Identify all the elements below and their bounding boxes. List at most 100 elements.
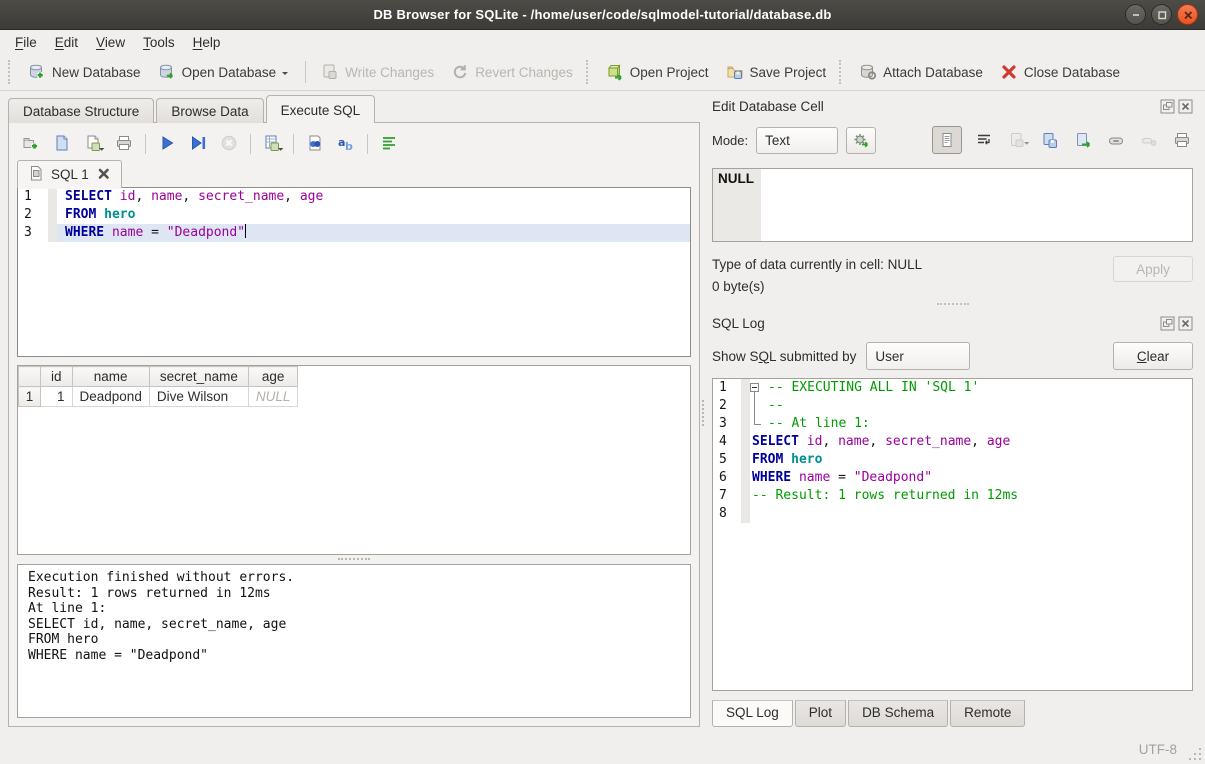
window-controls: [1125, 4, 1198, 25]
column-header-name[interactable]: name: [72, 367, 149, 387]
toolbar-handle[interactable]: [8, 60, 15, 84]
format-button[interactable]: [377, 132, 401, 156]
toolbar-separator: [367, 134, 368, 154]
attach-database-button[interactable]: Attach Database: [851, 59, 991, 85]
replace-button[interactable]: ab: [334, 132, 358, 156]
grid-corner[interactable]: [19, 367, 41, 387]
tab-browse-data[interactable]: Browse Data: [156, 98, 263, 123]
execute-sql-panel: ab SQL 1 1SELECT id, name, secret_name, …: [8, 122, 700, 727]
tab-remote[interactable]: Remote: [950, 700, 1025, 727]
cell-age[interactable]: NULL: [248, 387, 298, 407]
log-line-8: 8: [713, 505, 1192, 523]
menu-file[interactable]: File: [6, 32, 46, 53]
tab-plot[interactable]: Plot: [795, 700, 846, 727]
log-line-6: 6WHERE name = "Deadpond": [713, 469, 1192, 487]
open-project-button[interactable]: Open Project: [598, 59, 717, 85]
panes-splitter[interactable]: [700, 91, 706, 735]
execute-line-button[interactable]: [186, 132, 210, 156]
cell-value-editor[interactable]: NULL: [712, 168, 1193, 242]
close-panel-icon[interactable]: [1178, 99, 1193, 114]
main-area: Database StructureBrowse DataExecute SQL…: [0, 91, 1205, 735]
save-project-button[interactable]: Save Project: [718, 59, 835, 85]
stop-icon: [220, 134, 238, 155]
log-line-4: 4SELECT id, name, secret_name, age: [713, 433, 1192, 451]
cell-settings-button[interactable]: [846, 127, 876, 154]
print-cell-button[interactable]: [1171, 129, 1193, 151]
column-header-id[interactable]: id: [41, 367, 73, 387]
save-sql-file-button[interactable]: [81, 132, 105, 156]
toolbar-button-label: Close Database: [1024, 65, 1120, 80]
save-as-button[interactable]: [1039, 129, 1061, 151]
new-database-icon: [28, 63, 46, 81]
text-mode-button[interactable]: [932, 126, 962, 154]
open-sql-file-button[interactable]: [50, 132, 74, 156]
tab-sql-1[interactable]: SQL 1: [17, 160, 122, 188]
open-database-icon: [158, 63, 176, 81]
menu-edit[interactable]: Edit: [46, 32, 87, 53]
status-bar: UTF-8: [0, 735, 1205, 764]
toolbar-button-label: Open Project: [630, 65, 709, 80]
tab-execute-sql[interactable]: Execute SQL: [266, 95, 376, 123]
toolbar-separator: [305, 61, 306, 83]
cell-mode-row: Mode: Text: [712, 125, 1193, 155]
close-tab-icon[interactable]: [96, 166, 111, 184]
editor-line-2[interactable]: 2FROM hero: [18, 206, 690, 224]
toolbar-button-label: Save Project: [750, 65, 827, 80]
window-title: DB Browser for SQLite - /home/user/code/…: [373, 7, 831, 22]
new-database-button[interactable]: New Database: [20, 59, 149, 85]
menu-view[interactable]: View: [87, 32, 134, 53]
submitted-by-select[interactable]: User: [866, 342, 970, 370]
results-grid[interactable]: idnamesecret_nameage11DeadpondDive Wilso…: [17, 365, 691, 555]
editor-line-3[interactable]: 3WHERE name = "Deadpond": [18, 224, 690, 242]
float-panel-icon[interactable]: [1160, 316, 1175, 331]
find-button[interactable]: [303, 132, 327, 156]
apply-button[interactable]: Apply: [1113, 256, 1193, 282]
chevron-down-icon[interactable]: [280, 65, 290, 80]
fold-marker[interactable]: [750, 379, 766, 397]
column-header-secret_name[interactable]: secret_name: [149, 367, 248, 387]
clear-button[interactable]: Clear: [1113, 342, 1193, 370]
docks-splitter[interactable]: [712, 298, 1193, 312]
mode-select[interactable]: Text: [756, 127, 838, 154]
execute-all-button[interactable]: [155, 132, 179, 156]
toolbar-button-label: New Database: [52, 65, 141, 80]
sql-file-icon: [28, 165, 44, 184]
tab-db-schema[interactable]: DB Schema: [848, 700, 948, 727]
cell-id[interactable]: 1: [41, 387, 73, 407]
open-tab-button[interactable]: [19, 132, 43, 156]
minimize-button[interactable]: [1125, 4, 1146, 25]
write-changes-icon: [321, 63, 339, 81]
menu-tools[interactable]: Tools: [134, 32, 184, 53]
column-header-age[interactable]: age: [248, 367, 298, 387]
row-header[interactable]: 1: [19, 387, 41, 407]
log-line-1: 1-- EXECUTING ALL IN 'SQL 1': [713, 379, 1192, 397]
save-project-icon: [726, 63, 744, 81]
editor-line-1[interactable]: 1SELECT id, name, secret_name, age: [18, 188, 690, 206]
save-results-button[interactable]: [260, 132, 284, 156]
tab-database-structure[interactable]: Database Structure: [8, 98, 154, 123]
toolbar-separator: [145, 134, 146, 154]
maximize-button[interactable]: [1151, 4, 1172, 25]
word-wrap-button[interactable]: [973, 129, 995, 151]
print-icon: [115, 134, 133, 155]
resize-grip[interactable]: [1189, 748, 1201, 760]
open-sql-file-icon: [53, 134, 71, 155]
open-database-button[interactable]: Open Database: [150, 59, 299, 85]
tab-sql-log[interactable]: SQL Log: [712, 700, 793, 727]
sql-log-title: SQL Log: [712, 316, 765, 331]
right-pane: Edit Database Cell Mode: Text NULL Type …: [706, 91, 1205, 735]
print-button[interactable]: [112, 132, 136, 156]
float-panel-icon[interactable]: [1160, 99, 1175, 114]
sql-editor[interactable]: 1SELECT id, name, secret_name, age2FROM …: [17, 187, 691, 357]
cell-secret_name[interactable]: Dive Wilson: [149, 387, 248, 407]
copy-link-button[interactable]: [1105, 129, 1127, 151]
menu-help[interactable]: Help: [184, 32, 230, 53]
cell-name[interactable]: Deadpond: [72, 387, 149, 407]
results-message-splitter[interactable]: [17, 555, 691, 564]
close-database-button[interactable]: Close Database: [992, 59, 1128, 85]
toolbar-handle[interactable]: [586, 60, 593, 84]
close-button[interactable]: [1177, 4, 1198, 25]
toolbar-handle[interactable]: [839, 60, 846, 84]
export-data-button[interactable]: [1072, 129, 1094, 151]
close-panel-icon[interactable]: [1178, 316, 1193, 331]
